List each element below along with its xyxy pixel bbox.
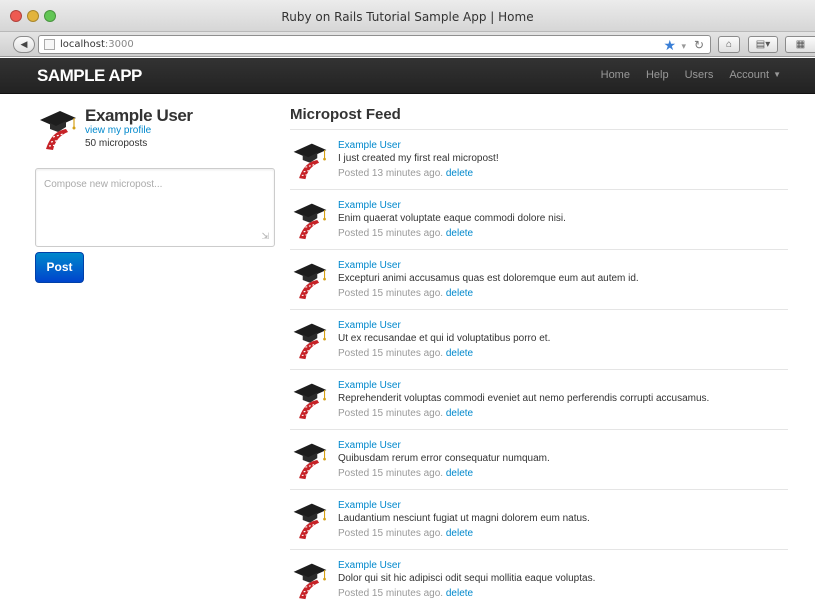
micropost-timestamp: Posted 15 minutes ago. delete bbox=[338, 288, 473, 299]
micropost-timestamp: Posted 15 minutes ago. delete bbox=[338, 468, 473, 479]
avatar[interactable] bbox=[290, 500, 330, 540]
delete-link[interactable]: delete bbox=[446, 228, 473, 239]
micropost-item: Example User Quibusdam rerum error conseq… bbox=[290, 429, 788, 489]
micropost-placeholder: Compose new micropost... bbox=[44, 179, 163, 190]
micropost-posted-text: Posted 15 minutes ago. bbox=[338, 228, 444, 239]
avatar[interactable] bbox=[290, 200, 330, 240]
user-name: Example User bbox=[85, 106, 193, 125]
nav-account-label: Account bbox=[729, 69, 770, 81]
back-button[interactable]: ◀ bbox=[13, 36, 35, 53]
feed-title: Micropost Feed bbox=[290, 106, 401, 123]
micropost-user-link[interactable]: Example User bbox=[338, 320, 401, 331]
back-arrow-icon: ◀ bbox=[20, 39, 28, 49]
avatar[interactable] bbox=[290, 560, 330, 600]
extensions-button[interactable]: ▦ bbox=[785, 36, 815, 53]
brand-logo[interactable]: SAMPLE APP bbox=[37, 66, 142, 86]
avatar[interactable] bbox=[290, 140, 330, 180]
avatar[interactable] bbox=[36, 107, 80, 151]
browser-toolbar: ◀ localhost:3000 ★ ▾ ↻ ⌂ ▤▾ ▦ bbox=[0, 32, 815, 57]
avatar[interactable] bbox=[290, 320, 330, 360]
delete-link[interactable]: delete bbox=[446, 288, 473, 299]
avatar[interactable] bbox=[290, 260, 330, 300]
extension-icon: ▦ bbox=[795, 39, 806, 50]
star-icon[interactable]: ★ bbox=[663, 37, 676, 53]
micropost-item: Example User Dolor qui sit hic adipisci o… bbox=[290, 549, 788, 602]
micropost-item: Example User I just created my first real… bbox=[290, 129, 788, 189]
micropost-timestamp: Posted 15 minutes ago. delete bbox=[338, 348, 473, 359]
home-button[interactable]: ⌂ bbox=[718, 36, 740, 53]
micropost-content: Quibusdam rerum error consequatur numqua… bbox=[338, 453, 550, 464]
micropost-count: 50 microposts bbox=[85, 138, 148, 149]
micropost-timestamp: Posted 13 minutes ago. delete bbox=[338, 168, 473, 179]
micropost-textarea[interactable]: Compose new micropost... ⇲ bbox=[35, 168, 275, 247]
micropost-posted-text: Posted 13 minutes ago. bbox=[338, 168, 444, 179]
micropost-timestamp: Posted 15 minutes ago. delete bbox=[338, 528, 473, 539]
nav-help[interactable]: Help bbox=[646, 69, 669, 81]
nav-account-menu[interactable]: Account ▼ bbox=[729, 69, 781, 81]
micropost-content: Excepturi animi accusamus quas est dolor… bbox=[338, 273, 639, 284]
micropost-item: Example User Excepturi animi accusamus qu… bbox=[290, 249, 788, 309]
reload-icon[interactable]: ↻ bbox=[694, 37, 704, 53]
avatar[interactable] bbox=[290, 380, 330, 420]
micropost-user-link[interactable]: Example User bbox=[338, 260, 401, 271]
address-bar[interactable]: localhost:3000 ★ ▾ ↻ bbox=[38, 35, 711, 54]
delete-link[interactable]: delete bbox=[446, 588, 473, 599]
micropost-content: Laudantium nesciunt fugiat ut magni dolo… bbox=[338, 513, 590, 524]
micropost-posted-text: Posted 15 minutes ago. bbox=[338, 468, 444, 479]
micropost-item: Example User Laudantium nesciunt fugiat u… bbox=[290, 489, 788, 549]
bookmarks-icon: ▤▾ bbox=[755, 39, 771, 50]
micropost-timestamp: Posted 15 minutes ago. delete bbox=[338, 588, 473, 599]
chevron-down-icon: ▼ bbox=[773, 70, 781, 79]
micropost-item: Example User Ut ex recusandae et qui id v… bbox=[290, 309, 788, 369]
micropost-timestamp: Posted 15 minutes ago. delete bbox=[338, 228, 473, 239]
delete-link[interactable]: delete bbox=[446, 528, 473, 539]
micropost-content: Reprehenderit voluptas commodi eveniet a… bbox=[338, 393, 710, 404]
window-titlebar: Ruby on Rails Tutorial Sample App | Home bbox=[0, 0, 815, 32]
delete-link[interactable]: delete bbox=[446, 348, 473, 359]
micropost-user-link[interactable]: Example User bbox=[338, 560, 401, 571]
window-title: Ruby on Rails Tutorial Sample App | Home bbox=[281, 10, 534, 24]
bookmarks-menu-button[interactable]: ▤▾ bbox=[748, 36, 778, 53]
micropost-feed: Example User I just created my first real… bbox=[290, 129, 788, 602]
delete-link[interactable]: delete bbox=[446, 468, 473, 479]
history-dropdown-icon[interactable]: ▾ bbox=[681, 38, 686, 54]
micropost-content: I just created my first real micropost! bbox=[338, 153, 499, 164]
micropost-timestamp: Posted 15 minutes ago. delete bbox=[338, 408, 473, 419]
delete-link[interactable]: delete bbox=[446, 168, 473, 179]
url-host: localhost bbox=[60, 39, 105, 50]
micropost-user-link[interactable]: Example User bbox=[338, 140, 401, 151]
micropost-posted-text: Posted 15 minutes ago. bbox=[338, 528, 444, 539]
micropost-posted-text: Posted 15 minutes ago. bbox=[338, 408, 444, 419]
micropost-content: Dolor qui sit hic adipisci odit sequi mo… bbox=[338, 573, 596, 584]
micropost-content: Enim quaerat voluptate eaque commodi dol… bbox=[338, 213, 566, 224]
home-icon: ⌂ bbox=[725, 39, 733, 50]
micropost-item: Example User Reprehenderit voluptas commo… bbox=[290, 369, 788, 429]
nav-links: Home Help Users Account ▼ bbox=[601, 69, 781, 81]
micropost-item: Example User Enim quaerat voluptate eaque… bbox=[290, 189, 788, 249]
delete-link[interactable]: delete bbox=[446, 408, 473, 419]
micropost-posted-text: Posted 15 minutes ago. bbox=[338, 288, 444, 299]
url-port: :3000 bbox=[104, 39, 134, 50]
app-navbar: SAMPLE APP Home Help Users Account ▼ bbox=[0, 58, 815, 94]
address-text[interactable]: localhost:3000 bbox=[60, 39, 134, 50]
micropost-user-link[interactable]: Example User bbox=[338, 380, 401, 391]
micropost-posted-text: Posted 15 minutes ago. bbox=[338, 588, 444, 599]
micropost-posted-text: Posted 15 minutes ago. bbox=[338, 348, 444, 359]
micropost-content: Ut ex recusandae et qui id voluptatibus … bbox=[338, 333, 551, 344]
nav-home[interactable]: Home bbox=[601, 69, 630, 81]
micropost-user-link[interactable]: Example User bbox=[338, 440, 401, 451]
micropost-user-link[interactable]: Example User bbox=[338, 200, 401, 211]
view-profile-link[interactable]: view my profile bbox=[85, 125, 151, 136]
avatar[interactable] bbox=[290, 440, 330, 480]
micropost-user-link[interactable]: Example User bbox=[338, 500, 401, 511]
page-favicon-icon bbox=[44, 39, 55, 50]
nav-users[interactable]: Users bbox=[685, 69, 714, 81]
post-button[interactable]: Post bbox=[35, 252, 84, 283]
resize-grip-icon[interactable]: ⇲ bbox=[261, 231, 269, 242]
